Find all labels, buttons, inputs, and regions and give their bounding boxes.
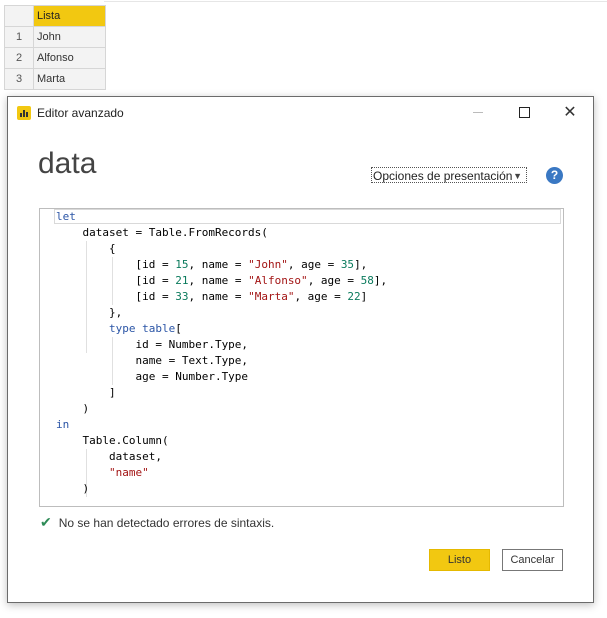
display-options-dropdown[interactable]: Opciones de presentación ▼ [371, 167, 527, 183]
code-line: }, [56, 305, 387, 321]
code-line: type table[ [56, 321, 387, 337]
code-token-str: "name" [108, 466, 149, 479]
code-line: [id = 15, name = "John", age = 35], [56, 257, 387, 273]
ribbon-border [104, 1, 607, 2]
code-token: ) [56, 402, 90, 415]
window-title: Editor avanzado [37, 106, 124, 120]
code-token-num: 15 [175, 258, 189, 271]
minimize-icon [473, 111, 483, 113]
power-bi-icon [17, 106, 31, 120]
code-line: ] [56, 385, 387, 401]
table-row: 1 John [4, 26, 106, 48]
code-token: dataset = Table.FromRecords( [56, 226, 268, 239]
row-index-header [4, 5, 34, 27]
code-token-num: 33 [175, 290, 189, 303]
query-name: data [38, 147, 97, 180]
title-bar[interactable]: Editor avanzado ✕ [8, 97, 593, 127]
code-token: name = Text.Type, [56, 354, 249, 367]
code-token-kw: type table [108, 322, 176, 335]
row-index: 1 [4, 26, 34, 48]
code-line: dataset = Table.FromRecords( [56, 225, 387, 241]
code-token: , name = [188, 258, 249, 271]
table-row: 3 Marta [4, 68, 106, 90]
code-token: id = Number.Type, [56, 338, 249, 351]
code-token: , name = [188, 274, 249, 287]
code-token: [id = [56, 290, 176, 303]
code-token-str: "John" [248, 258, 288, 271]
row-index: 3 [4, 68, 34, 90]
code-token: age = Number.Type [56, 370, 249, 383]
maximize-icon [518, 106, 530, 118]
table-cell[interactable]: Marta [33, 68, 106, 90]
code-line: Table.Column( [56, 433, 387, 449]
syntax-status: ✔ No se han detectado errores de sintaxis… [40, 514, 274, 531]
code-line: age = Number.Type [56, 369, 387, 385]
help-icon[interactable]: ? [546, 167, 563, 184]
code-token: [id = [56, 274, 176, 287]
table-cell[interactable]: Alfonso [33, 47, 106, 69]
code-token: ] [360, 290, 368, 303]
done-button[interactable]: Listo [429, 549, 490, 571]
code-token: ) [56, 482, 90, 495]
code-token-str: "Marta" [248, 290, 295, 303]
close-icon: ✕ [563, 104, 577, 121]
code-line: [id = 33, name = "Marta", age = 22] [56, 289, 387, 305]
code-token: Table.Column( [56, 434, 169, 447]
code-token-num: 58 [360, 274, 374, 287]
code-line: "name" [56, 465, 387, 481]
minimize-button[interactable] [455, 97, 501, 127]
checkmark-icon: ✔ [40, 514, 52, 530]
row-index: 2 [4, 47, 34, 69]
cancel-button[interactable]: Cancelar [502, 549, 563, 571]
code-token: { [56, 242, 116, 255]
code-token-num: 22 [347, 290, 361, 303]
code-token-str: "Alfonso" [248, 274, 308, 287]
code-token: , name = [188, 290, 249, 303]
code-line: ) [56, 481, 387, 497]
chevron-down-icon: ▼ [513, 171, 522, 181]
code-token-num: 35 [340, 258, 355, 271]
advanced-editor-dialog: Editor avanzado ✕ data Opciones de prese… [7, 96, 594, 603]
data-table: Lista 1 John 2 Alfonso 3 Marta [4, 5, 106, 90]
code-token: [id = [56, 258, 176, 271]
code-line: name = Text.Type, [56, 353, 387, 369]
code-line: [id = 21, name = "Alfonso", age = 58], [56, 273, 387, 289]
table-row: 2 Alfonso [4, 47, 106, 69]
display-options-label: Opciones de presentación [373, 169, 513, 183]
code-token: , age = [294, 290, 348, 303]
code-token: , age = [307, 274, 361, 287]
code-token: ], [354, 258, 368, 271]
code-line: let [56, 209, 387, 225]
code-token: ], [373, 274, 388, 287]
code-token: , age = [287, 258, 341, 271]
code-token: [ [175, 322, 182, 335]
code-token: ] [56, 386, 116, 399]
code-token: }, [56, 306, 123, 319]
code-token-kw: let [56, 210, 76, 223]
code-line: id = Number.Type, [56, 337, 387, 353]
code-token: dataset, [56, 450, 162, 463]
code-token-kw: in [56, 418, 70, 431]
code-editor[interactable]: let dataset = Table.FromRecords( { [id =… [39, 208, 564, 507]
code-token-num: 21 [175, 274, 189, 287]
close-button[interactable]: ✕ [547, 97, 593, 127]
code-text[interactable]: let dataset = Table.FromRecords( { [id =… [56, 209, 387, 497]
code-line: { [56, 241, 387, 257]
table-cell[interactable]: John [33, 26, 106, 48]
maximize-button[interactable] [501, 97, 547, 127]
column-header-lista[interactable]: Lista [33, 5, 106, 27]
code-line: ) [56, 401, 387, 417]
code-line: in [56, 417, 387, 433]
status-text: No se han detectado errores de sintaxis. [58, 516, 275, 530]
code-line: dataset, [56, 449, 387, 465]
